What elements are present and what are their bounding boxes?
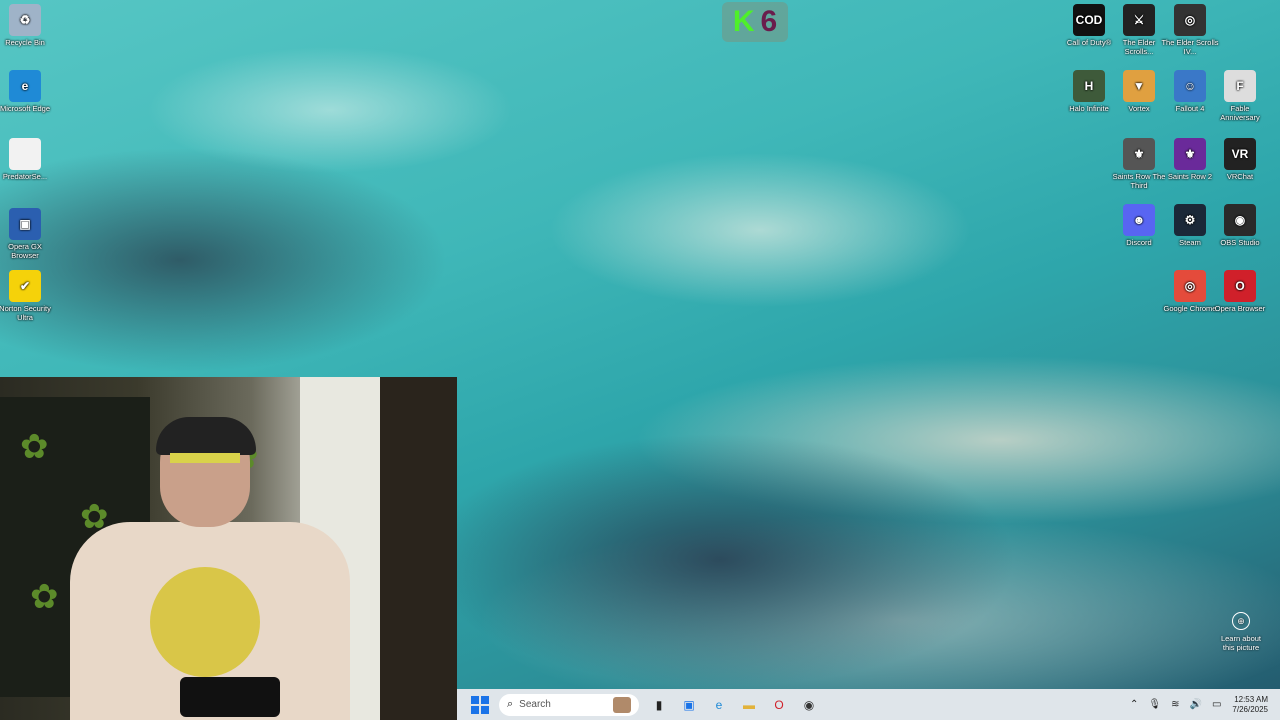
desktop-icon-elder-scrolls-4[interactable]: ◎ The Elder Scrolls IV... bbox=[1161, 4, 1219, 56]
desktop-icon-fable-anniversary[interactable]: F Fable Anniversary bbox=[1211, 70, 1269, 122]
clock[interactable]: 12:53 AM 7/26/2025 bbox=[1232, 695, 1268, 715]
search-icon: ⌕ bbox=[507, 698, 514, 710]
desktop-icon-label: Discord bbox=[1126, 238, 1152, 247]
elder-scrolls-4-icon: ◎ bbox=[1174, 4, 1206, 36]
saints-row-third-icon: ⚜ bbox=[1123, 138, 1155, 170]
recycle-bin-icon: ♻ bbox=[9, 4, 41, 36]
desktop-icon-label: OBS Studio bbox=[1220, 238, 1260, 247]
norton-icon: ✔ bbox=[9, 270, 41, 302]
camera-icon: ⊕ bbox=[1232, 612, 1250, 630]
desktop-icon-label: Microsoft Edge bbox=[0, 104, 51, 113]
desktop-icon-vortex[interactable]: ▼ Vortex bbox=[1110, 70, 1168, 113]
headband bbox=[170, 453, 240, 463]
windows-logo-icon bbox=[471, 695, 479, 704]
clock-date: 7/26/2025 bbox=[1232, 704, 1268, 714]
vortex-icon: ▼ bbox=[1123, 70, 1155, 102]
desktop-icon-label: The Elder Scrolls... bbox=[1122, 38, 1156, 56]
search-highlight-icon bbox=[613, 696, 631, 713]
microsoft-edge-icon: e bbox=[9, 70, 41, 102]
learn-label: Learn about this picture bbox=[1220, 634, 1262, 652]
taskbar: ⌕ Search ▮ ▣ e ▬ O ◉ ⌃ 🎙 ≋ 🔊 ▭ 12:53 AM 7/26/… bbox=[457, 689, 1280, 720]
desktop-icon-vrchat[interactable]: VR VRChat bbox=[1211, 138, 1269, 181]
windows-logo-icon bbox=[481, 705, 489, 714]
desktop-icon-saints-row-third[interactable]: ⚜ Saints Row The Third bbox=[1110, 138, 1168, 190]
desktop-icon-discord[interactable]: ☻ Discord bbox=[1110, 204, 1168, 247]
logo-k: K bbox=[732, 5, 755, 38]
system-tray: ⌃ 🎙 ≋ 🔊 ▭ 12:53 AM 7/26/2025 bbox=[1125, 695, 1280, 715]
call-of-duty-icon: COD bbox=[1073, 4, 1105, 36]
obs-studio-icon: ◉ bbox=[1224, 204, 1256, 236]
elder-scrolls-1-icon: ⚔ bbox=[1123, 4, 1155, 36]
desktop-icon-label: Recycle Bin bbox=[5, 38, 45, 47]
widgets-icon[interactable]: ▣ bbox=[679, 695, 699, 715]
leaf-icon: ✿ bbox=[30, 578, 59, 616]
halo-infinite-icon: H bbox=[1073, 70, 1105, 102]
phone bbox=[180, 677, 280, 717]
logo-six: 6 bbox=[760, 5, 778, 38]
desktop-icon-label: The Elder Scrolls IV... bbox=[1161, 38, 1219, 56]
desktop-icon-label: Opera GX Browser bbox=[8, 242, 42, 260]
obs-icon[interactable]: ◉ bbox=[799, 695, 819, 715]
desktop-icon-label: Vortex bbox=[1128, 104, 1150, 113]
discord-icon: ☻ bbox=[1123, 204, 1155, 236]
search-box[interactable]: ⌕ Search bbox=[499, 693, 639, 716]
dark-corner bbox=[380, 377, 457, 720]
stream-logo: K 6 bbox=[722, 2, 788, 42]
wifi-icon[interactable]: ≋ bbox=[1171, 699, 1179, 710]
task-view-icon[interactable]: ▮ bbox=[649, 695, 669, 715]
steam-icon: ⚙ bbox=[1174, 204, 1206, 236]
desktop-icon-label: Opera Browser bbox=[1214, 304, 1266, 313]
edge-icon[interactable]: e bbox=[709, 695, 729, 715]
desktop-icon-predator-sense[interactable]: PredatorSe... bbox=[0, 138, 54, 181]
opera-icon[interactable]: O bbox=[769, 695, 789, 715]
desktop-icon-elder-scrolls-1[interactable]: ⚔ The Elder Scrolls... bbox=[1110, 4, 1168, 56]
microphone-icon[interactable]: 🎙 bbox=[1148, 699, 1161, 710]
opera-gx-icon: ▣ bbox=[9, 208, 41, 240]
clock-time: 12:53 AM bbox=[1234, 694, 1268, 704]
saints-row-2-icon: ⚜ bbox=[1174, 138, 1206, 170]
desktop-icon-label: Norton Security Ultra bbox=[0, 304, 51, 322]
start-button[interactable] bbox=[471, 695, 489, 714]
windows-logo-icon bbox=[471, 705, 479, 714]
cap bbox=[156, 417, 256, 455]
battery-icon[interactable]: ▭ bbox=[1212, 699, 1221, 710]
fallout-4-icon: ☺ bbox=[1174, 70, 1206, 102]
fable-anniversary-icon: F bbox=[1224, 70, 1256, 102]
leaf-icon: ✿ bbox=[20, 428, 49, 466]
learn-about-picture[interactable]: ⊕ Learn about this picture bbox=[1218, 612, 1264, 652]
desktop-icon-opera-gx[interactable]: ▣ Opera GX Browser bbox=[0, 208, 54, 260]
opera-browser-icon: O bbox=[1224, 270, 1256, 302]
windows-logo-icon bbox=[481, 695, 489, 704]
desktop-icon-label: Saints Row The Third bbox=[1112, 172, 1166, 190]
webcam-overlay: ✿ ✿ ✿ ✿ bbox=[0, 377, 457, 720]
file-explorer-icon[interactable]: ▬ bbox=[739, 695, 759, 715]
desktop-icon-obs-studio[interactable]: ◉ OBS Studio bbox=[1211, 204, 1269, 247]
desktop-icon-opera-browser[interactable]: O Opera Browser bbox=[1211, 270, 1269, 313]
volume-icon[interactable]: 🔊 bbox=[1190, 699, 1202, 710]
desktop-icon-label: Fable Anniversary bbox=[1220, 104, 1260, 122]
pinned-apps: ▮ ▣ e ▬ O ◉ bbox=[639, 695, 819, 715]
search-placeholder: Search bbox=[519, 699, 551, 710]
desktop-icon-label: VRChat bbox=[1226, 172, 1254, 181]
desktop-icon-label: PredatorSe... bbox=[2, 172, 48, 181]
person bbox=[70, 417, 350, 720]
predator-sense-icon bbox=[9, 138, 41, 170]
chevron-up-icon[interactable]: ⌃ bbox=[1130, 699, 1138, 710]
desktop-icon-recycle-bin[interactable]: ♻ Recycle Bin bbox=[0, 4, 54, 47]
google-chrome-icon: ◎ bbox=[1174, 270, 1206, 302]
shirt-print bbox=[150, 567, 260, 677]
desktop-icon-microsoft-edge[interactable]: e Microsoft Edge bbox=[0, 70, 54, 113]
vrchat-icon: VR bbox=[1224, 138, 1256, 170]
desktop-icon-norton[interactable]: ✔ Norton Security Ultra bbox=[0, 270, 54, 322]
